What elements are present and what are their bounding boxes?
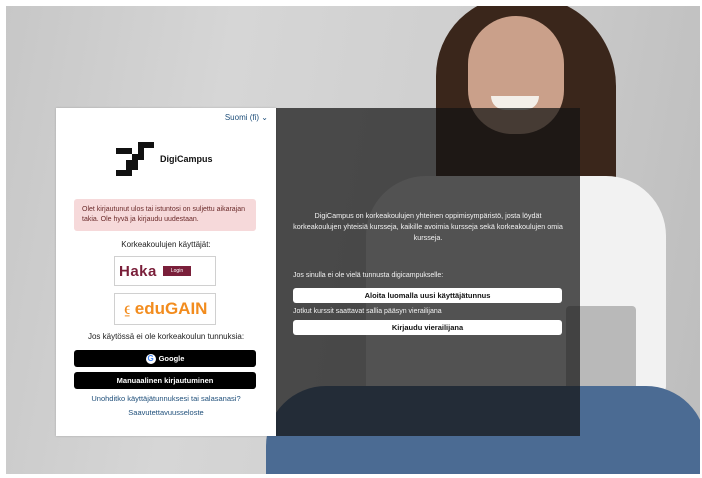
logout-alert: Olet kirjautunut ulos tai istuntosi on s…	[74, 199, 256, 231]
logo-name: DigiCampus	[160, 154, 213, 164]
google-button-label: Google	[158, 354, 185, 363]
language-selector[interactable]: Suomi (fi) ⌄	[225, 113, 268, 122]
no-institution-account-label: Jos käytössä ei ole korkeakoulun tunnuks…	[87, 332, 245, 341]
haka-logo-word: Haka	[119, 262, 157, 280]
edugain-icon: ⍷	[122, 299, 133, 318]
haka-login-label: Login	[162, 266, 192, 276]
institution-users-label: Korkeakoulujen käyttäjät:	[121, 240, 211, 249]
forgot-password-link[interactable]: Unohditko käyttäjätunnuksesi tai salasan…	[56, 394, 276, 403]
haka-login-button[interactable]: Haka Login	[114, 256, 216, 286]
google-icon: G	[145, 353, 156, 364]
google-login-button[interactable]: G Google	[74, 350, 256, 367]
no-account-text: Jos sinulla ei ole vielä tunnusta digica…	[293, 272, 444, 279]
accessibility-statement-link[interactable]: Saavutettavuusseloste	[56, 408, 276, 417]
edugain-login-button[interactable]: ⍷ eduGAIN	[114, 293, 216, 325]
info-panel: DigiCampus on korkeakoulujen yhteinen op…	[276, 108, 580, 436]
guest-login-button[interactable]: Kirjaudu vierailijana	[293, 320, 562, 335]
create-account-button[interactable]: Aloita luomalla uusi käyttäjätunnus	[293, 288, 562, 303]
login-panel: Suomi (fi) ⌄ DigiCampus Olet kirjautunut…	[56, 108, 276, 436]
manual-login-button[interactable]: Manuaalinen kirjautuminen	[74, 372, 256, 389]
digicampus-logo-icon	[116, 142, 154, 176]
digicampus-description: DigiCampus on korkeakoulujen yhteinen op…	[293, 211, 563, 242]
guest-access-text: Jotkut kurssit saattavat sallia pääsyn v…	[293, 308, 442, 315]
digicampus-logo: DigiCampus	[116, 142, 213, 176]
edugain-logo-word: eduGAIN	[134, 299, 208, 318]
